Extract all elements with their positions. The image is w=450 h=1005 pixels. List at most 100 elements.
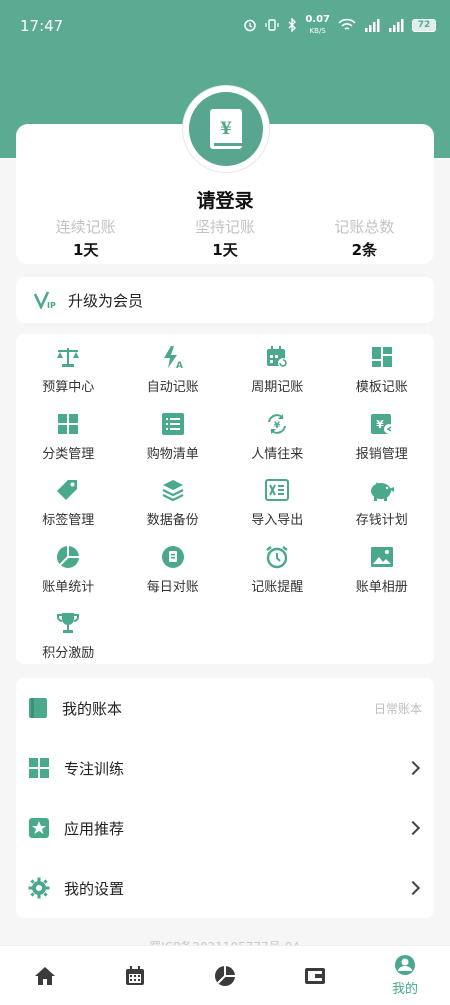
ledger-book-icon: ¥ xyxy=(210,109,242,149)
book-icon xyxy=(29,698,47,718)
grid-item-label: 导入导出 xyxy=(251,513,304,528)
menu-item-label: 专注训练 xyxy=(64,759,125,778)
vip-icon: IP xyxy=(34,291,56,309)
tab-me-label: 我的 xyxy=(391,982,418,997)
grid-item-import[interactable]: 导入导出 xyxy=(225,477,330,544)
svg-text:¥: ¥ xyxy=(220,119,232,139)
grid-item-label: 账单相册 xyxy=(355,579,408,595)
template-icon xyxy=(371,347,392,367)
tab-stats[interactable] xyxy=(180,946,270,1005)
menu-list: 我的账本 日常账本 专注训练 应用推荐 我的设置 xyxy=(16,678,434,918)
signal-icon xyxy=(365,19,380,32)
vibrate-icon xyxy=(265,19,279,31)
grid-item-label: 自动记账 xyxy=(146,380,199,395)
grid-item-category[interactable]: 分类管理 xyxy=(16,411,121,478)
stat-label: 坚持记账 xyxy=(194,218,255,236)
grid-item-reminder[interactable]: 记账提醒 xyxy=(225,544,330,611)
vip-label: 升级为会员 xyxy=(68,291,144,310)
status-bar: 17:47 0.07 KB/S 72 xyxy=(0,0,450,50)
grid-item-label: 预算中心 xyxy=(42,380,95,395)
chevron-right-icon xyxy=(405,820,421,836)
reimburse-icon: ¥ xyxy=(370,413,394,434)
menu-item-my-ledger[interactable]: 我的账本 日常账本 xyxy=(16,678,434,738)
stat-value: 1天 xyxy=(72,241,99,259)
avatar[interactable]: ¥ xyxy=(183,86,269,172)
stat-label: 记账总数 xyxy=(334,218,395,236)
grid-item-budget[interactable]: 预算中心 xyxy=(16,344,121,411)
stat-value: 2条 xyxy=(351,241,378,259)
chevron-right-icon xyxy=(405,880,421,896)
image-icon xyxy=(370,546,393,567)
stat-consecutive: 连续记账 1天 xyxy=(16,216,155,260)
signal-icon-2 xyxy=(389,19,404,32)
exchange-icon: ¥ xyxy=(268,413,287,434)
avatar-circle: ¥ xyxy=(189,92,263,166)
current-ledger-value: 日常账本 xyxy=(373,701,422,716)
pie-chart-icon xyxy=(215,965,235,986)
grid-item-label: 购物清单 xyxy=(146,446,199,462)
menu-item-focus[interactable]: 专注训练 xyxy=(16,738,434,798)
grid-item-points[interactable]: 积分激励 xyxy=(16,610,121,677)
grid-item-auto[interactable]: A 自动记账 xyxy=(121,344,226,411)
wifi-icon xyxy=(338,18,356,30)
grid-item-label: 账单统计 xyxy=(42,579,95,595)
reconcile-icon xyxy=(161,545,184,568)
gear-icon xyxy=(28,877,50,899)
grid-item-reconcile[interactable]: 每日对账 xyxy=(121,544,226,611)
pie-icon xyxy=(57,545,80,568)
grid-item-label: 报销管理 xyxy=(355,446,408,462)
grid-item-reimburse[interactable]: ¥ 报销管理 xyxy=(330,411,435,478)
tab-me[interactable]: 我的 xyxy=(360,946,450,1005)
piggy-icon xyxy=(370,482,394,501)
tab-calendar[interactable] xyxy=(90,946,180,1005)
grid-item-backup[interactable]: 数据备份 xyxy=(121,477,226,544)
menu-item-label: 应用推荐 xyxy=(64,819,125,838)
grid-item-social[interactable]: ¥ 人情往来 xyxy=(225,411,330,478)
svg-text:IP: IP xyxy=(47,301,56,309)
battery-icon: 72 xyxy=(412,18,436,32)
svg-text:¥: ¥ xyxy=(274,421,281,431)
grid-squares-icon xyxy=(29,758,49,778)
star-icon xyxy=(29,818,49,838)
grid-item-savings[interactable]: 存钱计划 xyxy=(330,477,435,544)
grid-item-stats[interactable]: 账单统计 xyxy=(16,544,121,611)
menu-item-apps[interactable]: 应用推荐 xyxy=(16,798,434,858)
svg-text:¥: ¥ xyxy=(376,418,384,431)
chevron-right-icon xyxy=(405,760,421,776)
calendar-icon xyxy=(126,965,144,985)
net-speed: 0.07 KB/S xyxy=(305,14,330,36)
alarm-icon xyxy=(266,545,288,568)
stat-total: 记账总数 2条 xyxy=(295,216,434,260)
stat-value: 1天 xyxy=(212,241,238,259)
grid-item-album[interactable]: 账单相册 xyxy=(330,544,435,611)
category-icon xyxy=(58,413,79,434)
login-prompt[interactable]: 请登录 xyxy=(16,186,434,213)
feature-grid: 预算中心 A 自动记账 周期记账 模板记账 分类管理 购物清单 ¥ 人情往来 ¥ xyxy=(16,344,434,677)
list-icon xyxy=(161,412,184,435)
bluetooth-icon xyxy=(288,18,297,32)
grid-item-label: 模板记账 xyxy=(355,380,408,395)
grid-item-shopping[interactable]: 购物清单 xyxy=(121,411,226,478)
menu-item-label: 我的账本 xyxy=(62,699,123,718)
tab-home[interactable] xyxy=(0,946,90,1005)
tab-wallet[interactable] xyxy=(270,946,360,1005)
menu-item-settings[interactable]: 我的设置 xyxy=(16,858,434,918)
wallet-icon xyxy=(305,967,325,984)
profile-icon xyxy=(395,955,415,975)
grid-item-label: 记账提醒 xyxy=(251,579,304,595)
grid-item-tags[interactable]: 标签管理 xyxy=(16,477,121,544)
layers-icon xyxy=(162,480,184,502)
vip-upgrade[interactable]: IP 升级为会员 xyxy=(16,277,434,323)
svg-text:A: A xyxy=(176,361,183,369)
grid-item-label: 人情往来 xyxy=(251,446,304,462)
trophy-icon xyxy=(57,613,80,633)
grid-item-label: 数据备份 xyxy=(146,513,199,528)
grid-item-label: 周期记账 xyxy=(251,380,304,395)
grid-item-label: 标签管理 xyxy=(42,513,95,528)
bottom-tab-bar: 我的 xyxy=(0,945,450,1005)
grid-item-label: 分类管理 xyxy=(42,446,95,462)
grid-item-cycle[interactable]: 周期记账 xyxy=(225,344,330,411)
grid-item-label: 存钱计划 xyxy=(355,513,408,528)
feature-grid-card: 预算中心 A 自动记账 周期记账 模板记账 分类管理 购物清单 ¥ 人情往来 ¥ xyxy=(16,334,434,664)
grid-item-template[interactable]: 模板记账 xyxy=(330,344,435,411)
